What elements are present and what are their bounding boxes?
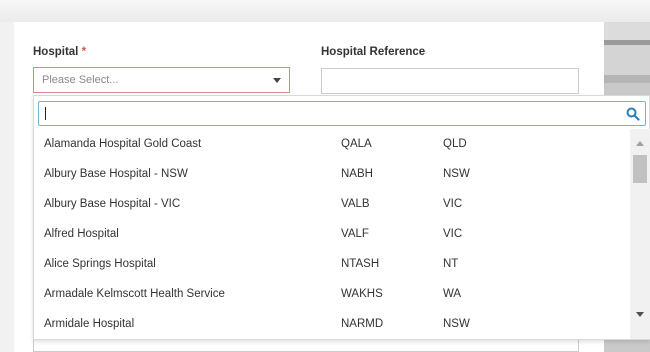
search-icon[interactable] <box>626 107 640 121</box>
hospital-option-list: Alamanda Hospital Gold Coast QALA QLD Al… <box>34 129 629 339</box>
hospital-option-code: NABH <box>341 168 373 180</box>
hospital-option-code: VALB <box>341 198 370 210</box>
hospital-option-state: WA <box>443 288 462 300</box>
scroll-up-arrow-icon[interactable] <box>636 141 644 146</box>
hospital-select-placeholder: Please Select... <box>42 74 119 86</box>
background-strip <box>604 22 650 40</box>
hospital-option-state: VIC <box>443 198 463 210</box>
hospital-reference-label: Hospital Reference <box>321 46 426 58</box>
hospital-option-code: VALF <box>341 228 369 240</box>
text-cursor <box>45 107 46 120</box>
hospital-option-name: Alice Springs Hospital <box>44 258 156 270</box>
hospital-option[interactable]: Albury Base Hospital - NSW NABH NSW <box>34 159 629 189</box>
hospital-option-code: QALA <box>341 138 372 150</box>
hospital-option-state: NSW <box>443 168 470 180</box>
hospital-reference-input[interactable] <box>321 68 579 94</box>
hospital-option[interactable]: Armidale Hospital NARMD NSW <box>34 309 629 339</box>
hospital-option[interactable]: Alamanda Hospital Gold Coast QALA QLD <box>34 129 629 159</box>
hospital-option-code: NTASH <box>341 258 380 270</box>
hospital-option[interactable]: Alfred Hospital VALF VIC <box>34 219 629 249</box>
hospital-option-state: NT <box>443 258 459 270</box>
hospital-option[interactable]: Albury Base Hospital - VIC VALB VIC <box>34 189 629 219</box>
hospital-option-code: NARMD <box>341 318 384 330</box>
dropdown-search-field[interactable] <box>38 101 646 126</box>
hospital-option-name: Alfred Hospital <box>44 228 119 240</box>
hospital-option-name: Albury Base Hospital - VIC <box>44 198 181 210</box>
scrollbar-thumb[interactable] <box>633 155 647 183</box>
required-marker: * <box>81 46 87 58</box>
dropdown-search-input[interactable] <box>39 102 619 125</box>
hospital-option-name: Armadale Kelmscott Health Service <box>44 288 225 300</box>
hospital-option-name: Armidale Hospital <box>44 318 135 330</box>
hospital-option[interactable]: Armadale Kelmscott Health Service WAKHS … <box>34 279 629 309</box>
window-top-backdrop <box>0 0 650 22</box>
hospital-option-state: QLD <box>443 138 467 150</box>
hospital-option-state: VIC <box>443 228 463 240</box>
hospital-select[interactable]: Please Select... <box>33 67 290 93</box>
hospital-option-name: Alamanda Hospital Gold Coast <box>44 138 202 150</box>
dropdown-scrollbar[interactable] <box>630 129 650 339</box>
hospital-option-code: WAKHS <box>341 288 383 300</box>
hospital-option-name: Albury Base Hospital - NSW <box>44 168 188 180</box>
hospital-option[interactable]: Alice Springs Hospital NTASH NT <box>34 249 629 279</box>
scroll-down-arrow-icon[interactable] <box>636 312 644 317</box>
chevron-down-icon[interactable] <box>273 78 281 83</box>
background-strip <box>604 75 650 83</box>
background-strip <box>604 45 650 75</box>
hospital-option-state: NSW <box>443 318 470 330</box>
hospital-label: Hospital * <box>33 46 86 58</box>
hospital-dropdown: Alamanda Hospital Gold Coast QALA QLD Al… <box>33 95 650 340</box>
hospital-label-text: Hospital <box>33 46 79 58</box>
